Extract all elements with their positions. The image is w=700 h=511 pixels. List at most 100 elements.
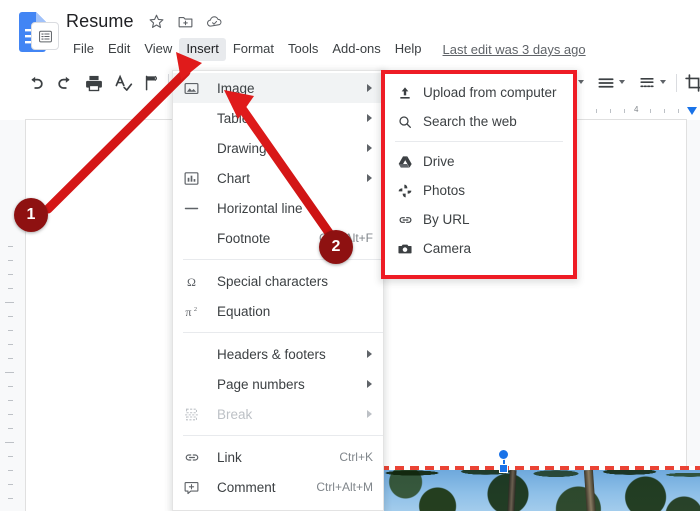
submenu-item-search-the-web[interactable]: Search the web	[385, 107, 573, 136]
menu-item-accelerator: Ctrl+Alt+M	[316, 480, 373, 494]
menu-item-table[interactable]: Table	[173, 103, 383, 133]
menu-item-drawing[interactable]: Drawing	[173, 133, 383, 163]
submenu-divider	[395, 141, 563, 142]
submenu-item-upload-from-computer[interactable]: Upload from computer	[385, 78, 573, 107]
submenu-item-drive[interactable]: Drive	[385, 147, 573, 176]
menu-item-accelerator: Ctrl+K	[339, 450, 373, 464]
menu-item-label: Chart	[217, 170, 251, 186]
menu-item-horizontal-line[interactable]: Horizontal line	[173, 193, 383, 223]
menu-item-link[interactable]: Link Ctrl+K	[173, 442, 383, 472]
cloud-saved-icon[interactable]	[206, 13, 223, 30]
submenu-arrow-icon	[367, 84, 372, 92]
app-header: Resume File Edit View Insert Format Tool…	[0, 0, 700, 64]
submenu-item-label: Upload from computer	[423, 85, 557, 100]
menu-item-comment[interactable]: Comment Ctrl+Alt+M	[173, 472, 383, 502]
vertical-ruler[interactable]	[0, 240, 20, 511]
menu-item-label: Link	[217, 449, 242, 465]
menu-divider	[183, 332, 383, 333]
annotation-badge-2: 2	[319, 230, 353, 264]
search-icon	[393, 113, 417, 131]
text-color-dropdown-caret-icon[interactable]	[578, 80, 584, 84]
menu-add-ons[interactable]: Add-ons	[325, 38, 387, 61]
menu-item-label: Page numbers	[217, 376, 305, 392]
comment-icon	[183, 478, 209, 496]
document-outline-button[interactable]	[31, 22, 59, 50]
menu-item-label: Equation	[217, 303, 271, 319]
line-spacing-dropdown-caret-icon[interactable]	[660, 80, 666, 84]
menu-divider	[183, 259, 383, 260]
spelling-check-icon[interactable]	[113, 73, 133, 93]
menu-tools[interactable]: Tools	[281, 38, 325, 61]
image-resize-handle-top-center[interactable]	[499, 464, 508, 473]
right-indent-marker-icon[interactable]	[686, 106, 698, 116]
page-title[interactable]: Resume	[66, 11, 134, 32]
redo-icon[interactable]	[55, 73, 75, 93]
menu-item-label: Comment	[217, 479, 276, 495]
menu-item-headers-footers[interactable]: Headers & footers	[173, 339, 383, 369]
page-numbers-icon-placeholder	[183, 375, 209, 393]
menu-file[interactable]: File	[66, 38, 101, 61]
submenu-arrow-icon	[367, 144, 372, 152]
upload-icon	[393, 84, 417, 102]
line-spacing-icon[interactable]	[637, 73, 657, 93]
break-icon	[183, 405, 209, 423]
menu-item-break: Break	[173, 399, 383, 429]
star-icon[interactable]	[148, 13, 165, 30]
image-submenu-panel[interactable]: Upload from computer Search the web Driv…	[381, 70, 577, 279]
annotation-badge-1: 1	[14, 198, 48, 232]
special-characters-icon: Ω	[183, 272, 209, 290]
menu-item-label: Special characters	[217, 273, 329, 289]
submenu-item-by-url[interactable]: By URL	[385, 205, 573, 234]
horizontal-line-icon	[183, 199, 209, 217]
ruler-number: 4	[634, 105, 639, 114]
menu-item-equation[interactable]: π 2 Equation	[173, 296, 383, 326]
menu-item-label: Table	[217, 110, 250, 126]
submenu-arrow-icon	[367, 380, 372, 388]
menu-item-special-characters[interactable]: Ω Special characters	[173, 266, 383, 296]
menu-help[interactable]: Help	[388, 38, 429, 61]
menu-edit[interactable]: Edit	[101, 38, 137, 61]
camera-icon	[393, 240, 417, 258]
svg-text:π: π	[185, 304, 191, 318]
submenu-item-photos[interactable]: Photos	[385, 176, 573, 205]
submenu-arrow-icon	[367, 174, 372, 182]
paint-format-icon[interactable]	[142, 73, 162, 93]
menu-item-chart[interactable]: Chart	[173, 163, 383, 193]
footnote-icon-placeholder	[183, 229, 209, 247]
submenu-arrow-icon	[367, 114, 372, 122]
submenu-item-label: Camera	[423, 241, 472, 256]
menu-item-label: Image	[217, 80, 255, 96]
drive-icon	[393, 153, 417, 171]
google-docs-window: Resume File Edit View Insert Format Tool…	[0, 0, 700, 511]
document-outline-icon	[38, 30, 52, 42]
link-icon	[183, 448, 209, 466]
print-icon[interactable]	[84, 73, 104, 93]
align-dropdown-caret-icon[interactable]	[619, 80, 625, 84]
menu-view[interactable]: View	[137, 38, 179, 61]
menu-item-image[interactable]: Image	[173, 73, 383, 103]
image-rotate-handle[interactable]	[498, 449, 509, 460]
menu-item-label: Break	[217, 406, 253, 422]
image-icon	[183, 79, 209, 97]
document-title-row: Resume	[66, 11, 223, 32]
inserted-image[interactable]	[380, 470, 700, 511]
chart-icon	[183, 169, 209, 187]
menu-format[interactable]: Format	[226, 38, 281, 61]
menu-bar: File Edit View Insert Format Tools Add-o…	[66, 38, 586, 61]
by-url-link-icon	[393, 211, 417, 229]
submenu-arrow-icon	[367, 350, 372, 358]
submenu-item-label: Drive	[423, 154, 455, 169]
insert-menu-panel[interactable]: Image Table Drawing Chart Horizontal lin…	[172, 70, 384, 511]
drawing-icon-placeholder	[183, 139, 209, 157]
submenu-item-label: Photos	[423, 183, 466, 198]
menu-item-label: Drawing	[217, 140, 267, 156]
crop-icon[interactable]	[684, 73, 700, 93]
table-icon-placeholder	[183, 109, 209, 127]
align-icon[interactable]	[596, 73, 616, 93]
move-to-folder-icon[interactable]	[177, 13, 194, 30]
submenu-item-camera[interactable]: Camera	[385, 234, 573, 263]
undo-icon[interactable]	[26, 73, 46, 93]
last-edit-status[interactable]: Last edit was 3 days ago	[443, 42, 586, 57]
menu-item-page-numbers[interactable]: Page numbers	[173, 369, 383, 399]
menu-insert[interactable]: Insert	[179, 38, 226, 61]
